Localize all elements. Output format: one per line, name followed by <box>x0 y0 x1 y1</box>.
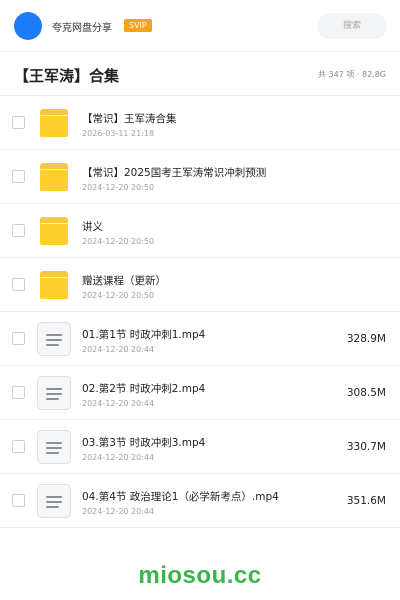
document-icon <box>37 322 71 356</box>
select-checkbox[interactable] <box>12 116 25 129</box>
list-item[interactable]: 讲义 2024-12-20 20:50 <box>0 204 400 258</box>
item-size: 351.6M <box>346 495 386 507</box>
item-size: 308.5M <box>346 387 386 399</box>
select-checkbox[interactable] <box>12 494 25 507</box>
top-bar: 夸克网盘分享 SVIP <box>0 0 400 52</box>
list-item[interactable]: 04.第4节 政治理论1（必学新考点）.mp4 2024-12-20 20:44… <box>0 474 400 528</box>
item-name[interactable]: 01.第1节 时政冲刺1.mp4 <box>82 327 205 342</box>
list-item[interactable]: 02.第2节 时政冲刺2.mp4 2024-12-20 20:44 308.5M <box>0 366 400 420</box>
page-title: 【王军涛】合集 <box>14 67 120 85</box>
item-name[interactable]: 04.第4节 政治理论1（必学新考点）.mp4 <box>82 489 279 504</box>
item-date: 2024-12-20 20:50 <box>82 291 155 300</box>
item-summary: 共 347 项 · 82.8G <box>318 70 386 79</box>
item-date: 2024-12-20 20:44 <box>82 345 155 354</box>
folder-icon <box>40 271 68 299</box>
item-date: 2024-12-20 20:44 <box>82 507 155 516</box>
select-checkbox[interactable] <box>12 440 25 453</box>
folder-icon <box>40 163 68 191</box>
file-list: 【常识】王军涛合集 2026-03-11 21:18 【常识】2025国考王军涛… <box>0 96 400 528</box>
brand-name: 夸克网盘分享 <box>52 23 112 34</box>
watermark-text: miosou.cc <box>138 562 262 589</box>
list-item[interactable]: 03.第3节 时政冲刺3.mp4 2024-12-20 20:44 330.7M <box>0 420 400 474</box>
item-date: 2026-03-11 21:18 <box>82 129 155 138</box>
item-date: 2024-12-20 20:50 <box>82 237 155 246</box>
svip-badge[interactable]: SVIP <box>124 19 152 32</box>
share-header: 【王军涛】合集 共 347 项 · 82.8G <box>0 52 400 96</box>
item-name[interactable]: 【常识】2025国考王军涛常识冲刺预测 <box>82 165 266 180</box>
item-name[interactable]: 讲义 <box>82 219 103 234</box>
select-checkbox[interactable] <box>12 170 25 183</box>
list-item[interactable]: 01.第1节 时政冲刺1.mp4 2024-12-20 20:44 328.9M <box>0 312 400 366</box>
list-item[interactable]: 赠送课程（更新） 2024-12-20 20:50 <box>0 258 400 312</box>
document-icon <box>37 430 71 464</box>
select-checkbox[interactable] <box>12 386 25 399</box>
item-date: 2024-12-20 20:44 <box>82 399 155 408</box>
document-icon <box>37 376 71 410</box>
item-date: 2024-12-20 20:44 <box>82 453 155 462</box>
folder-icon <box>40 217 68 245</box>
search-input[interactable] <box>317 13 387 39</box>
item-name[interactable]: 03.第3节 时政冲刺3.mp4 <box>82 435 205 450</box>
item-name[interactable]: 【常识】王军涛合集 <box>82 111 177 126</box>
item-date: 2024-12-20 20:50 <box>82 183 155 192</box>
item-name[interactable]: 02.第2节 时政冲刺2.mp4 <box>82 381 205 396</box>
select-checkbox[interactable] <box>12 278 25 291</box>
folder-icon <box>40 109 68 137</box>
list-item[interactable]: 【常识】王军涛合集 2026-03-11 21:18 <box>0 96 400 150</box>
document-icon <box>37 484 71 518</box>
item-size: 328.9M <box>346 333 386 345</box>
list-item[interactable]: 【常识】2025国考王军涛常识冲刺预测 2024-12-20 20:50 <box>0 150 400 204</box>
item-name[interactable]: 赠送课程（更新） <box>82 273 166 288</box>
avatar[interactable] <box>14 12 42 40</box>
item-size: 330.7M <box>346 441 386 453</box>
select-checkbox[interactable] <box>12 332 25 345</box>
select-checkbox[interactable] <box>12 224 25 237</box>
